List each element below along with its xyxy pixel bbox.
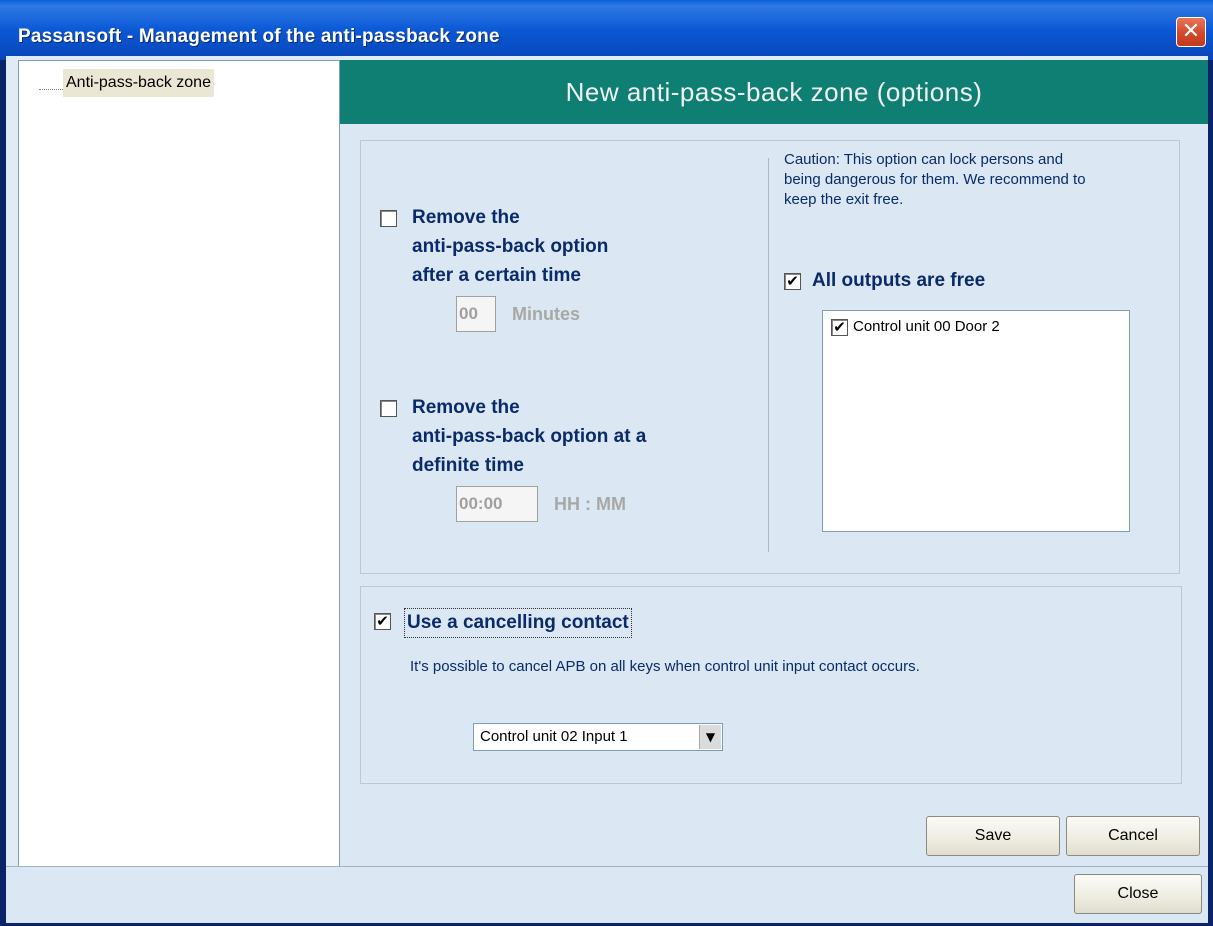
app-window: Passansoft - Management of the anti-pass… bbox=[0, 0, 1213, 926]
close-button[interactable]: Close bbox=[1074, 874, 1202, 914]
checkmark-icon: ✔ bbox=[786, 272, 799, 290]
cancelling-contact-description: It's possible to cancel APB on all keys … bbox=[410, 658, 920, 675]
output-item-checkbox[interactable]: ✔ bbox=[831, 319, 848, 336]
cancel-button[interactable]: Cancel bbox=[1066, 816, 1200, 856]
checkmark-icon: ✔ bbox=[376, 612, 389, 630]
caution-line-1: Caution: This option can lock persons an… bbox=[784, 151, 1064, 168]
save-button[interactable]: Save bbox=[926, 816, 1060, 856]
all-outputs-free-label: All outputs are free bbox=[812, 270, 986, 291]
remove-after-time-label-3: after a certain time bbox=[412, 265, 581, 286]
tree-connector-line bbox=[39, 89, 63, 90]
zone-tree[interactable]: Anti-pass-back zone bbox=[18, 60, 340, 868]
time-field[interactable]: 00:00 bbox=[456, 486, 538, 522]
remove-after-time-label-2: anti-pass-back option bbox=[412, 236, 609, 257]
time-unit-label: HH : MM bbox=[554, 494, 626, 514]
outputs-listbox[interactable]: ✔ Control unit 00 Door 2 bbox=[822, 310, 1130, 532]
remove-at-time-label-2: anti-pass-back option at a bbox=[412, 426, 647, 447]
chevron-down-icon[interactable]: ▼ bbox=[699, 725, 721, 749]
minutes-field[interactable]: 00 bbox=[456, 296, 496, 332]
input-select[interactable]: Control unit 02 Input 1 ▼ bbox=[473, 723, 723, 751]
window-title: Passansoft - Management of the anti-pass… bbox=[18, 26, 500, 47]
close-icon[interactable]: ✕ bbox=[1176, 17, 1206, 47]
title-bar[interactable]: Passansoft - Management of the anti-pass… bbox=[0, 0, 1213, 60]
output-item-label[interactable]: Control unit 00 Door 2 bbox=[853, 315, 1000, 339]
all-outputs-free-checkbox[interactable]: ✔ bbox=[784, 273, 801, 290]
input-select-value: Control unit 02 Input 1 bbox=[480, 728, 628, 745]
footer-bar bbox=[6, 866, 1208, 923]
remove-at-time-label-3: definite time bbox=[412, 455, 524, 476]
minutes-unit-label: Minutes bbox=[512, 304, 581, 324]
cancelling-contact-checkbox[interactable]: ✔ bbox=[374, 613, 391, 630]
remove-after-time-checkbox[interactable] bbox=[380, 210, 397, 227]
checkmark-icon: ✔ bbox=[833, 318, 846, 336]
remove-at-time-label-1: Remove the bbox=[412, 397, 520, 418]
remove-after-time-label-1: Remove the bbox=[412, 207, 520, 228]
group-divider bbox=[768, 158, 769, 552]
cancelling-contact-label[interactable]: Use a cancelling contact bbox=[404, 608, 632, 638]
remove-at-time-checkbox[interactable] bbox=[380, 400, 397, 417]
caution-line-3: keep the exit free. bbox=[784, 191, 904, 208]
caution-text: Caution: This option can lock persons an… bbox=[784, 150, 1184, 210]
tree-item-anti-pass-back-zone[interactable]: Anti-pass-back zone bbox=[63, 69, 214, 97]
panel-title: New anti-pass-back zone (options) bbox=[340, 60, 1208, 124]
caution-line-2: being dangerous for them. We recommend t… bbox=[784, 171, 1086, 188]
